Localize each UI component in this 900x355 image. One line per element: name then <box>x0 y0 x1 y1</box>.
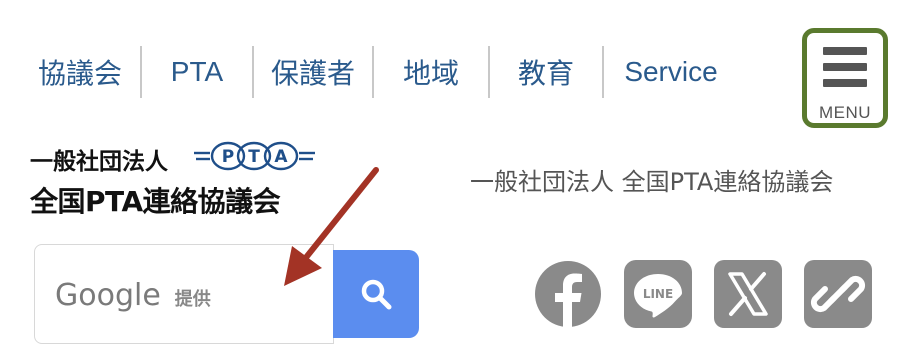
nav-item-pta[interactable]: PTA <box>142 46 252 98</box>
hamburger-icon <box>823 45 867 89</box>
nav-item-council[interactable]: 協議会 <box>20 46 140 98</box>
line-icon-label: LINE <box>643 287 673 301</box>
logo-line-1: 一般社団法人 <box>30 149 168 175</box>
x-icon[interactable] <box>714 260 782 328</box>
search-provider-label: 提供 <box>174 289 211 309</box>
menu-label: MENU <box>818 103 872 122</box>
nav-item-service[interactable]: Service <box>604 46 738 98</box>
annotation-arrow-icon <box>270 160 390 300</box>
pta-mark-letter-p: P <box>222 147 234 167</box>
menu-button[interactable]: MENU <box>802 28 888 128</box>
pta-mark-letter-t: T <box>248 147 260 167</box>
global-nav: 協議会 PTA 保護者 地域 教育 Service <box>20 44 738 100</box>
search-placeholder: Google 提供 <box>55 278 211 313</box>
nav-item-community[interactable]: 地域 <box>374 46 488 98</box>
nav-item-education[interactable]: 教育 <box>490 46 602 98</box>
google-wordmark: Google <box>55 278 161 313</box>
link-icon[interactable] <box>804 260 872 328</box>
nav-item-guardians[interactable]: 保護者 <box>254 46 372 98</box>
logo-line-2: 全国PTA連絡協議会 <box>30 185 281 218</box>
line-icon[interactable]: LINE <box>624 260 692 328</box>
organization-name: 一般社団法人 全国PTA連絡協議会 <box>470 168 834 196</box>
facebook-icon[interactable] <box>534 260 602 328</box>
